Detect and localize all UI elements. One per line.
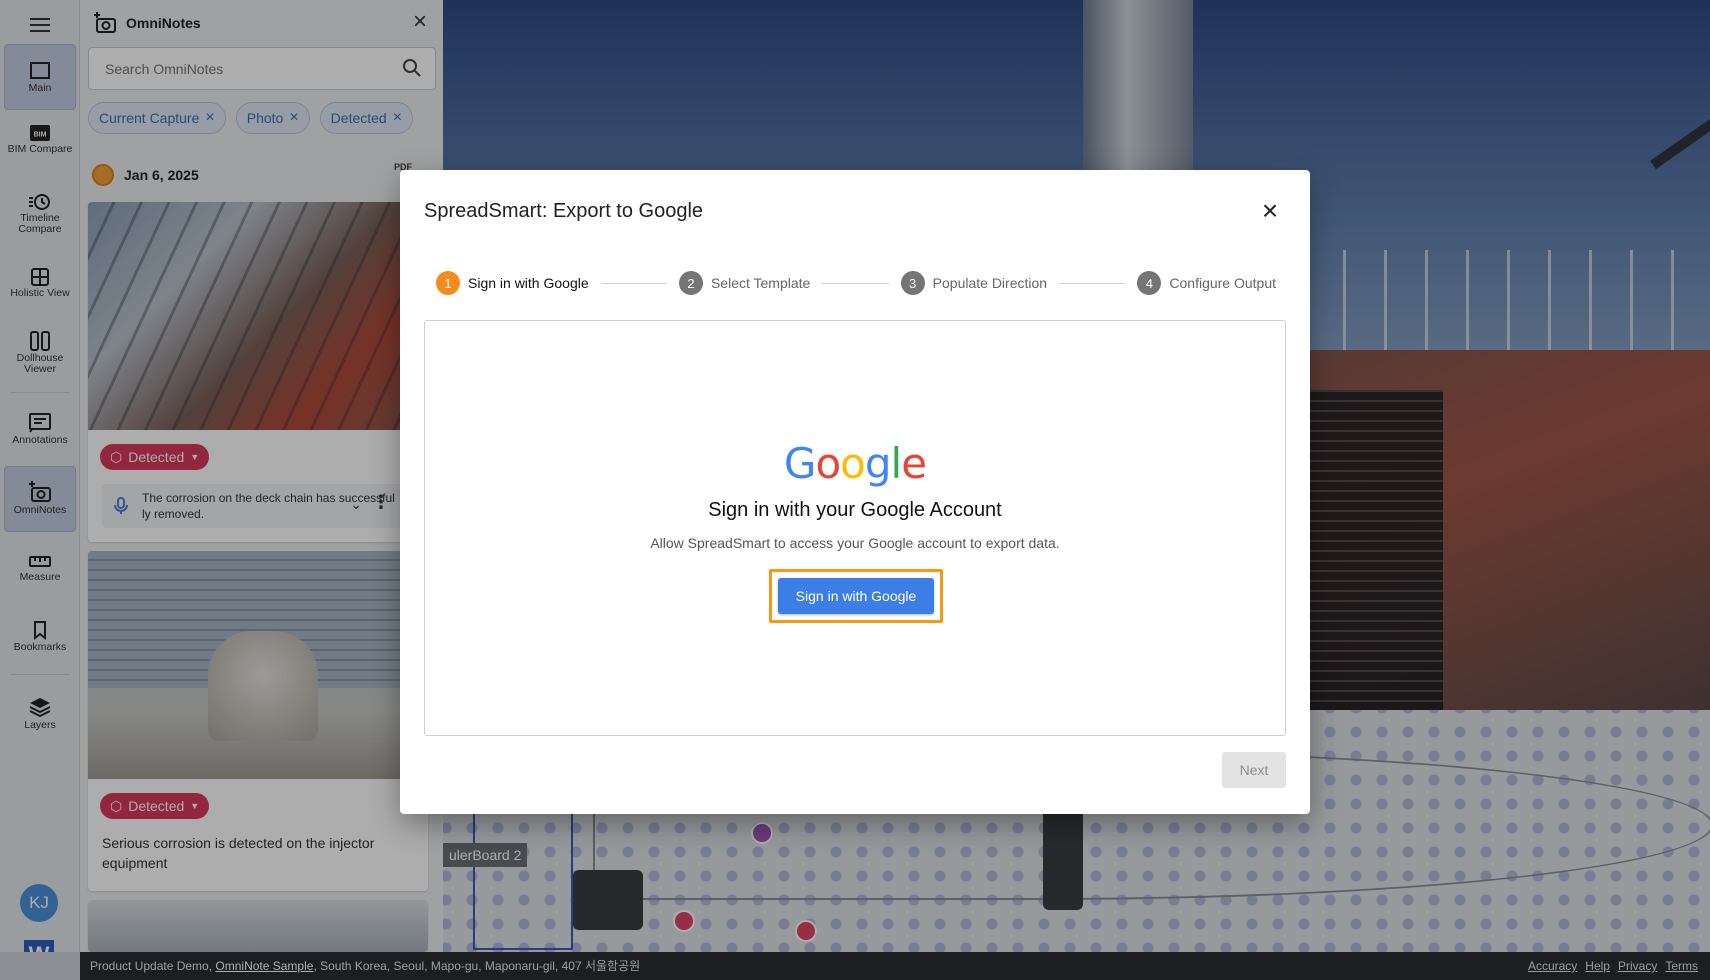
next-button[interactable]: Next	[1222, 752, 1286, 788]
step-label: Configure Output	[1169, 275, 1277, 291]
step-label: Sign in with Google	[468, 275, 589, 291]
step-label: Populate Direction	[932, 275, 1048, 291]
step-configure-output: 4 Configure Output	[1137, 271, 1276, 295]
close-icon[interactable]: ×	[1254, 196, 1286, 228]
google-logo: Google	[783, 439, 927, 488]
step-sign-in: 1 Sign in with Google	[436, 271, 589, 295]
sign-in-panel: Google Sign in with your Google Account …	[424, 320, 1286, 736]
sign-in-with-google-button[interactable]: Sign in with Google	[778, 578, 934, 614]
step-populate-direction: 3 Populate Direction	[900, 271, 1048, 295]
step-label: Select Template	[710, 275, 811, 291]
sign-in-heading: Sign in with your Google Account	[708, 499, 1002, 521]
step-select-template: 2 Select Template	[678, 271, 811, 295]
dialog-title: SpreadSmart: Export to Google	[424, 200, 704, 222]
stepper: 1 Sign in with Google 2 Select Template …	[436, 270, 1276, 296]
highlight-frame: Sign in with Google	[769, 569, 943, 623]
step-number: 2	[678, 271, 703, 295]
step-number: 4	[1137, 271, 1162, 295]
step-number: 1	[436, 271, 460, 295]
step-number: 3	[900, 271, 925, 295]
sign-in-description: Allow SpreadSmart to access your Google …	[650, 535, 1060, 551]
export-dialog: SpreadSmart: Export to Google × 1 Sign i…	[400, 170, 1310, 814]
